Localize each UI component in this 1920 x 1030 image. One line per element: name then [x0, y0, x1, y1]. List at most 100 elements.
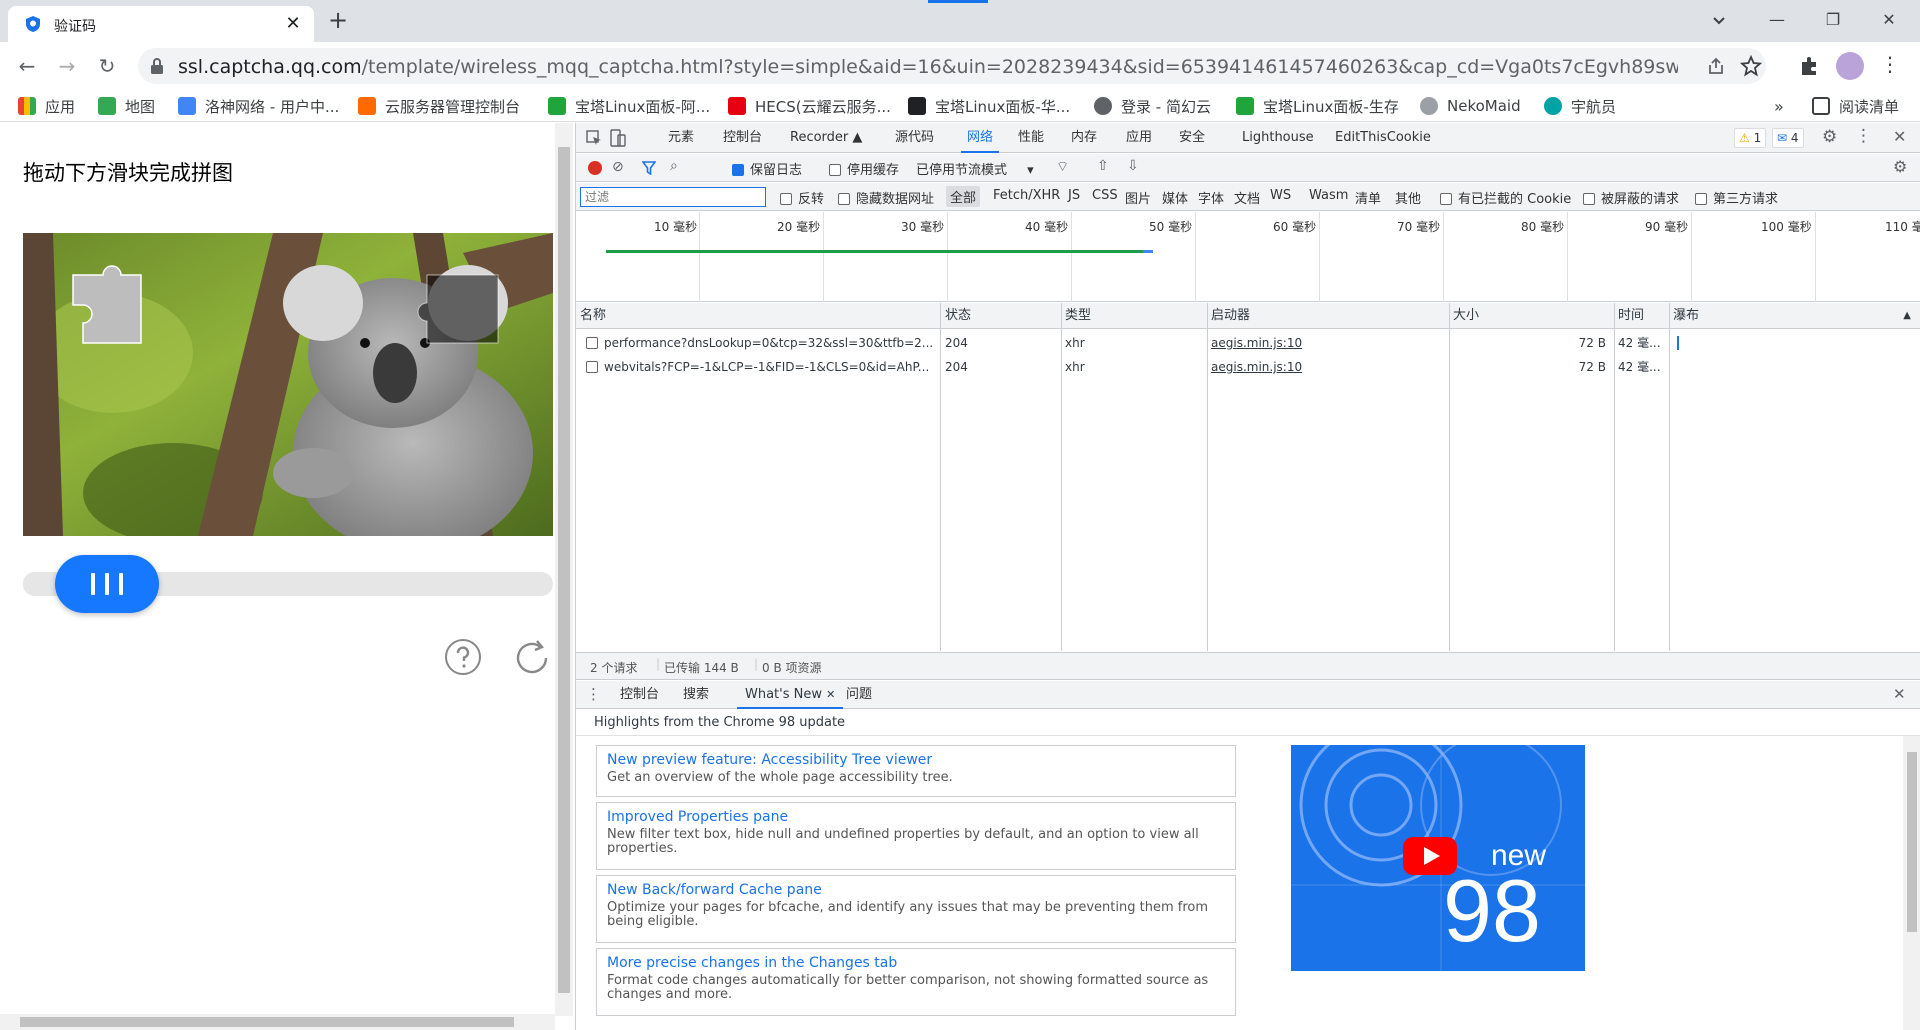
export-har-icon[interactable]: ⇩	[1127, 158, 1139, 174]
invert-checkbox[interactable]: 反转	[780, 188, 824, 207]
slider-handle[interactable]	[55, 555, 159, 613]
request-initiator-link[interactable]: aegis.min.js:10	[1207, 331, 1447, 355]
back-button[interactable]: ←	[12, 51, 42, 81]
help-icon[interactable]	[444, 638, 482, 676]
whats-new-card[interactable]: More precise changes in the Changes tab …	[596, 948, 1236, 1016]
filter-type-other[interactable]: 其他	[1395, 188, 1421, 207]
hide-data-urls-checkbox[interactable]: 隐藏数据网址	[838, 188, 934, 207]
throttling-select[interactable]: 已停用节流模式 ▾	[916, 159, 1034, 178]
tab-editthiscookie[interactable]: EditThisCookie	[1335, 123, 1431, 153]
bookmark-star-icon[interactable]	[1740, 55, 1762, 77]
tab-performance[interactable]: 性能	[1018, 123, 1044, 153]
third-party-checkbox[interactable]: 第三方请求	[1695, 188, 1778, 207]
column-header-name[interactable]: 名称	[576, 303, 941, 329]
filter-funnel-icon[interactable]	[642, 161, 656, 175]
table-row[interactable]: webvitals?FCP=-1&LCP=-1&FID=-1&CLS=0&id=…	[576, 355, 1920, 379]
filter-type-media[interactable]: 媒体	[1162, 188, 1188, 207]
page-vertical-scrollbar[interactable]	[555, 123, 573, 1016]
bookmark-bt-huawei[interactable]: 宝塔Linux面板-华...	[908, 94, 1070, 118]
column-header-size[interactable]: 大小	[1449, 303, 1614, 329]
whats-new-card[interactable]: New preview feature: Accessibility Tree …	[596, 745, 1236, 797]
scrollbar-thumb[interactable]	[1907, 752, 1917, 932]
tab-application[interactable]: 应用	[1126, 123, 1152, 153]
messages-badge[interactable]: ✉ 4	[1772, 128, 1804, 148]
record-icon[interactable]	[588, 161, 602, 175]
filter-type-fetch-xhr[interactable]: Fetch/XHR	[993, 188, 1060, 203]
column-header-waterfall[interactable]: 瀑布 ▲	[1669, 303, 1920, 329]
scrollbar-thumb[interactable]	[558, 147, 570, 993]
table-row[interactable]: performance?dnsLookup=0&tcp=32&ssl=30&tt…	[576, 331, 1920, 355]
inspect-cursor-icon[interactable]	[586, 130, 602, 146]
network-timeline-overview[interactable]: 10 毫秒 20 毫秒 30 毫秒 40 毫秒 50 毫秒 60 毫秒 70 毫…	[576, 212, 1920, 302]
column-header-initiator[interactable]: 启动器	[1207, 303, 1449, 329]
bookmark-bt-ali[interactable]: 宝塔Linux面板-阿...	[548, 94, 710, 118]
forward-button[interactable]: →	[52, 51, 82, 81]
wifi-conditions-icon[interactable]: ⌔	[1056, 158, 1069, 176]
drawer-close-icon[interactable]: ✕	[1893, 685, 1906, 703]
tab-sources[interactable]: 源代码	[895, 123, 934, 153]
tab-close-icon[interactable]: ✕	[280, 11, 306, 37]
clear-icon[interactable]: ⊘	[612, 159, 624, 175]
chevron-down-icon[interactable]	[1706, 8, 1732, 34]
bookmark-cloud-console[interactable]: 云服务器管理控制台	[358, 94, 520, 118]
bookmark-nekomaid[interactable]: NekoMaid	[1420, 94, 1521, 118]
refresh-icon[interactable]	[512, 638, 552, 678]
bookmark-bt-survival[interactable]: 宝塔Linux面板-生存	[1236, 94, 1399, 118]
bookmarks-overflow-button[interactable]: »	[1774, 94, 1784, 118]
scrollbar-thumb[interactable]	[20, 1017, 514, 1027]
request-initiator-link[interactable]: aegis.min.js:10	[1207, 355, 1447, 379]
whats-new-card[interactable]: New Back/forward Cache pane Optimize you…	[596, 875, 1236, 943]
drawer-tab-issues[interactable]: 问题	[846, 681, 872, 709]
filter-type-wasm[interactable]: Wasm	[1309, 188, 1348, 203]
filter-type-manifest[interactable]: 清单	[1355, 188, 1381, 207]
extensions-puzzle-icon[interactable]	[1798, 54, 1822, 78]
new-tab-button[interactable]: +	[324, 7, 352, 35]
drawer-menu-icon[interactable]: ⋮	[586, 685, 601, 703]
address-bar[interactable]: ssl.captcha.qq.com/template/wireless_mqq…	[138, 48, 1766, 84]
settings-gear-icon[interactable]: ⚙	[1822, 127, 1837, 147]
disable-cache-checkbox[interactable]: 停用缓存	[829, 159, 899, 178]
column-header-status[interactable]: 状态	[941, 303, 1061, 329]
drawer-tab-search[interactable]: 搜索	[683, 681, 709, 709]
menu-kebab-icon[interactable]: ⋮	[1880, 52, 1900, 80]
filter-type-doc[interactable]: 文档	[1234, 188, 1260, 207]
warnings-badge[interactable]: ⚠ 1	[1734, 128, 1767, 148]
restore-button[interactable]: ❐	[1810, 0, 1856, 40]
drawer-tab-console[interactable]: 控制台	[620, 681, 659, 709]
tab-lighthouse[interactable]: Lighthouse	[1242, 123, 1314, 153]
filter-type-ws[interactable]: WS	[1270, 188, 1291, 203]
filter-type-js[interactable]: JS	[1068, 188, 1080, 203]
filter-type-img[interactable]: 图片	[1125, 188, 1151, 207]
filter-type-font[interactable]: 字体	[1198, 188, 1224, 207]
profile-avatar[interactable]	[1836, 52, 1864, 80]
filter-type-css[interactable]: CSS	[1092, 188, 1118, 203]
tab-memory[interactable]: 内存	[1071, 123, 1097, 153]
bookmark-hecs[interactable]: HECS(云耀云服务...	[728, 94, 891, 118]
minimize-button[interactable]: —	[1754, 0, 1800, 40]
filter-type-all[interactable]: 全部	[946, 186, 981, 207]
card-title[interactable]: New preview feature: Accessibility Tree …	[607, 752, 1225, 768]
whats-new-card[interactable]: Improved Properties pane New filter text…	[596, 802, 1236, 870]
bookmark-apps[interactable]: 应用	[18, 94, 75, 118]
reload-button[interactable]: ↻	[92, 51, 122, 81]
tab-security[interactable]: 安全	[1179, 123, 1205, 153]
import-har-icon[interactable]: ⇧	[1097, 158, 1109, 174]
window-close-button[interactable]: ✕	[1866, 0, 1912, 40]
bookmark-luoshen[interactable]: 洛神网络 - 用户中...	[178, 94, 339, 118]
bookmark-login[interactable]: 登录 - 简幻云	[1094, 94, 1211, 118]
tab-console[interactable]: 控制台	[723, 123, 762, 153]
devtools-close-icon[interactable]: ✕	[1893, 127, 1906, 146]
column-header-type[interactable]: 类型	[1061, 303, 1207, 329]
blocked-requests-checkbox[interactable]: 被屏蔽的请求	[1583, 188, 1679, 207]
network-settings-gear-icon[interactable]: ⚙	[1893, 157, 1907, 176]
card-title[interactable]: Improved Properties pane	[607, 809, 1225, 825]
bookmark-maps[interactable]: 地图	[98, 94, 155, 118]
close-tab-icon[interactable]: ✕	[826, 688, 835, 701]
devtools-menu-icon[interactable]: ⋮	[1855, 126, 1872, 146]
chrome-98-video-thumbnail[interactable]: new 98	[1291, 745, 1585, 971]
preserve-log-checkbox[interactable]: 保留日志	[732, 159, 802, 178]
url-text[interactable]: ssl.captcha.qq.com/template/wireless_mqq…	[178, 56, 1678, 78]
drawer-tab-whats-new[interactable]: What's New ✕	[737, 681, 844, 709]
blocked-cookies-checkbox[interactable]: 有已拦截的 Cookie	[1440, 188, 1571, 207]
search-icon[interactable]: ⌕	[670, 158, 678, 174]
